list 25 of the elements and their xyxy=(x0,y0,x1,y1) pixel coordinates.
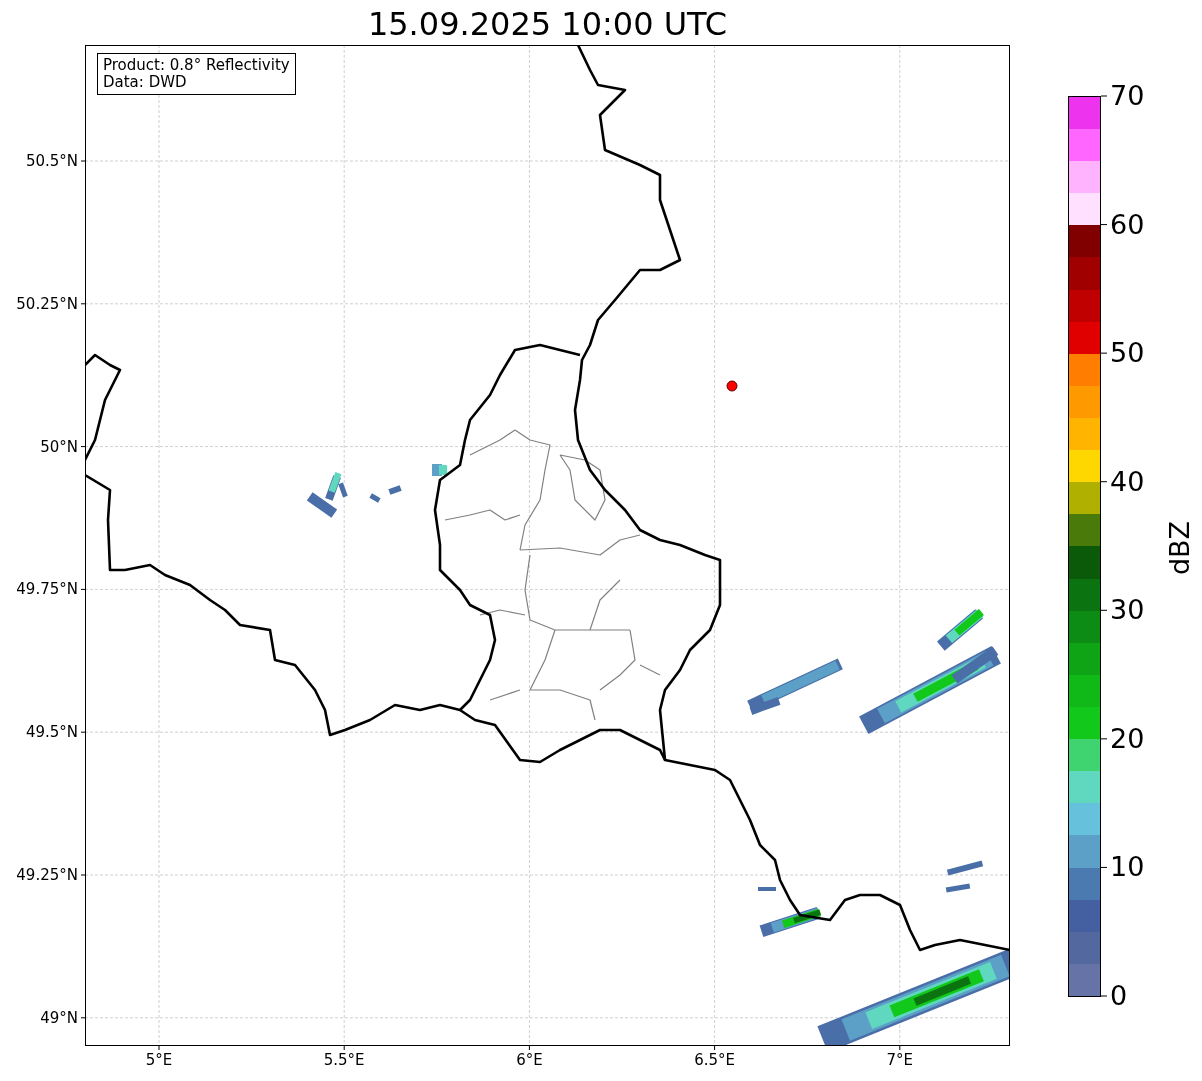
colorbar-label: dBZ xyxy=(1164,519,1196,578)
colorbar-tick-label: 10 xyxy=(1110,852,1145,883)
longitude-label: 5.5°E xyxy=(322,1051,366,1069)
radar-site-marker xyxy=(726,380,738,392)
longitude-label: 5°E xyxy=(144,1051,174,1069)
colorbar-tick-label: 0 xyxy=(1110,981,1128,1011)
longitude-label: 6.5°E xyxy=(693,1051,736,1069)
colorbar-tick-label: 60 xyxy=(1110,209,1145,240)
colorbar-tick-label: 70 xyxy=(1110,81,1145,111)
longitude-label: 6°E xyxy=(515,1051,544,1069)
colorbar-tick-label: 30 xyxy=(1110,595,1145,626)
info-text: Data: DWD xyxy=(103,74,188,91)
latitude-label: 50.25°N xyxy=(15,294,78,313)
colorbar-tick-label: 40 xyxy=(1110,466,1145,497)
latitude-label: 49.5°N xyxy=(24,723,78,742)
latitude-label: 50°N xyxy=(39,437,78,456)
longitude-label: 7°E xyxy=(885,1051,915,1069)
colorbar-tick-label: 50 xyxy=(1110,338,1145,369)
chart-title: 15.09.2025 10:00 UTC xyxy=(366,4,729,44)
latitude-label: 50.5°N xyxy=(24,152,78,170)
latitude-label: 49.25°N xyxy=(15,866,78,884)
info-text: Product: 0.8° Reflectivity xyxy=(103,57,290,74)
latitude-label: 49.75°N xyxy=(15,580,78,599)
latitude-label: 49°N xyxy=(39,1008,78,1027)
colorbar-tick-label: 20 xyxy=(1110,723,1145,754)
